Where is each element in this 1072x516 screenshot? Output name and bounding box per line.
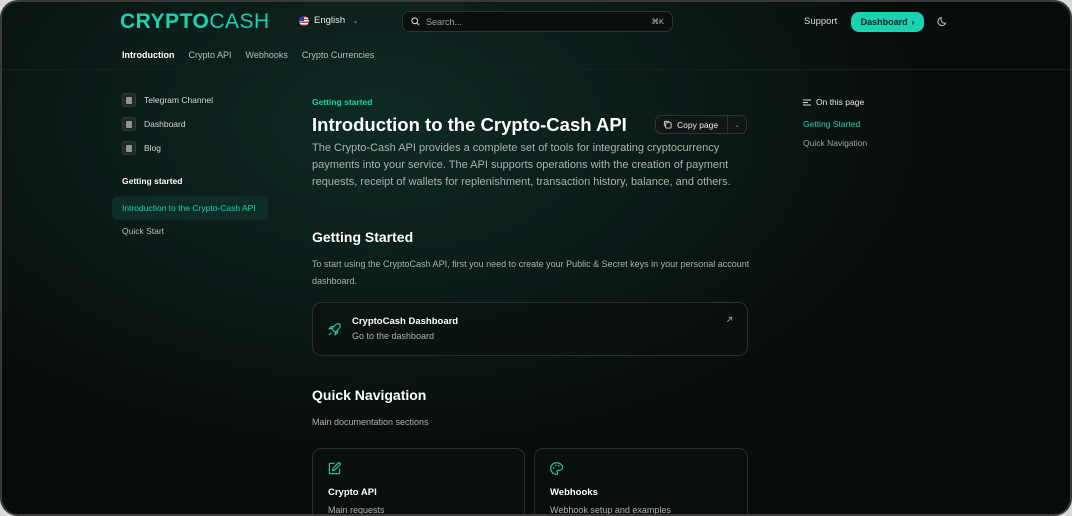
quick-navigation-text: Main documentation sections — [312, 417, 429, 427]
toc-heading: On this page — [803, 97, 864, 107]
page-title: Introduction to the Crypto-Cash API — [312, 114, 627, 135]
top-header: CRYPTOCASH English ⌄ Search... ⌘K Suppor… — [2, 2, 1070, 42]
logo[interactable]: CRYPTOCASH — [120, 11, 270, 33]
copy-page-button[interactable]: Copy page ⌄ — [655, 115, 747, 134]
chevron-down-icon[interactable]: ⌄ — [727, 116, 746, 133]
tab-crypto-api[interactable]: Crypto API — [189, 50, 232, 70]
list-icon — [803, 99, 811, 105]
palette-icon — [550, 462, 564, 475]
moon-icon[interactable] — [937, 15, 949, 27]
toc-item-getting-started[interactable]: Getting Started — [803, 119, 860, 129]
crypto-api-card[interactable]: Crypto API Main requests — [312, 448, 525, 515]
intro-paragraph: The Crypto-Cash API provides a complete … — [312, 142, 731, 189]
card-title: CryptoCash Dashboard — [352, 316, 459, 327]
blog-icon — [122, 141, 136, 155]
card-subtitle: Webhook setup and examples — [550, 505, 671, 515]
tab-crypto-currencies[interactable]: Crypto Currencies — [302, 50, 375, 70]
search-placeholder: Search... — [426, 16, 463, 27]
nav-tabs: Introduction Crypto API Webhooks Crypto … — [122, 50, 374, 70]
chevron-right-icon: › — [911, 17, 915, 27]
sidebar-item-label: Dashboard — [144, 119, 186, 129]
rocket-icon — [328, 323, 341, 336]
language-label: English — [314, 15, 346, 26]
dashboard-button-label: Dashboard — [860, 17, 908, 27]
quick-navigation-heading: Quick Navigation — [312, 387, 427, 403]
sidebar-item-quick-start[interactable]: Quick Start — [112, 220, 268, 242]
sidebar: Telegram Channel Dashboard Blog Getting … — [112, 88, 268, 242]
card-subtitle: Main requests — [328, 505, 385, 515]
logo-bold-text: CRYPTO — [120, 10, 210, 33]
chevron-down-icon: ⌄ — [352, 16, 359, 25]
sidebar-item-dashboard[interactable]: Dashboard — [112, 112, 268, 136]
sidebar-item-label: Blog — [144, 143, 162, 153]
telegram-icon — [122, 93, 136, 107]
dashboard-button[interactable]: Dashboard › — [851, 12, 924, 32]
sidebar-item-telegram[interactable]: Telegram Channel — [112, 88, 268, 112]
support-link[interactable]: Support — [804, 16, 837, 27]
toc-item-quick-navigation[interactable]: Quick Navigation — [803, 138, 867, 148]
language-selector[interactable]: English ⌄ — [299, 15, 359, 26]
search-icon — [411, 17, 420, 26]
dashboard-card[interactable]: CryptoCash Dashboard Go to the dashboard — [312, 302, 748, 356]
sidebar-item-label: Telegram Channel — [144, 95, 213, 105]
us-flag-icon — [299, 15, 309, 26]
copy-page-label: Copy page — [677, 119, 719, 130]
tab-webhooks[interactable]: Webhooks — [246, 50, 288, 70]
card-title: Webhooks — [550, 487, 598, 498]
search-shortcut: ⌘K — [651, 17, 664, 26]
sidebar-item-blog[interactable]: Blog — [112, 136, 268, 160]
logo-light-text: CASH — [209, 10, 270, 33]
card-subtitle: Go to the dashboard — [352, 331, 435, 341]
getting-started-heading: Getting Started — [312, 229, 414, 245]
app-window: CRYPTOCASH English ⌄ Search... ⌘K Suppor… — [0, 0, 1072, 516]
card-title: Crypto API — [328, 487, 377, 498]
search-input[interactable]: Search... ⌘K — [402, 11, 673, 32]
header-divider — [2, 69, 1070, 70]
external-link-icon — [727, 316, 733, 322]
breadcrumb[interactable]: Getting started — [312, 97, 372, 107]
sidebar-group-title: Getting started — [122, 176, 183, 186]
edit-icon — [328, 462, 341, 475]
webhooks-card[interactable]: Webhooks Webhook setup and examples — [534, 448, 748, 515]
toc-heading-label: On this page — [816, 97, 865, 107]
tab-introduction[interactable]: Introduction — [122, 50, 175, 70]
dashboard-icon — [122, 117, 136, 131]
sidebar-item-introduction[interactable]: Introduction to the Crypto-Cash API — [112, 196, 268, 220]
copy-icon — [663, 120, 672, 129]
getting-started-text: To start using the CryptoCash API, first… — [312, 259, 750, 286]
